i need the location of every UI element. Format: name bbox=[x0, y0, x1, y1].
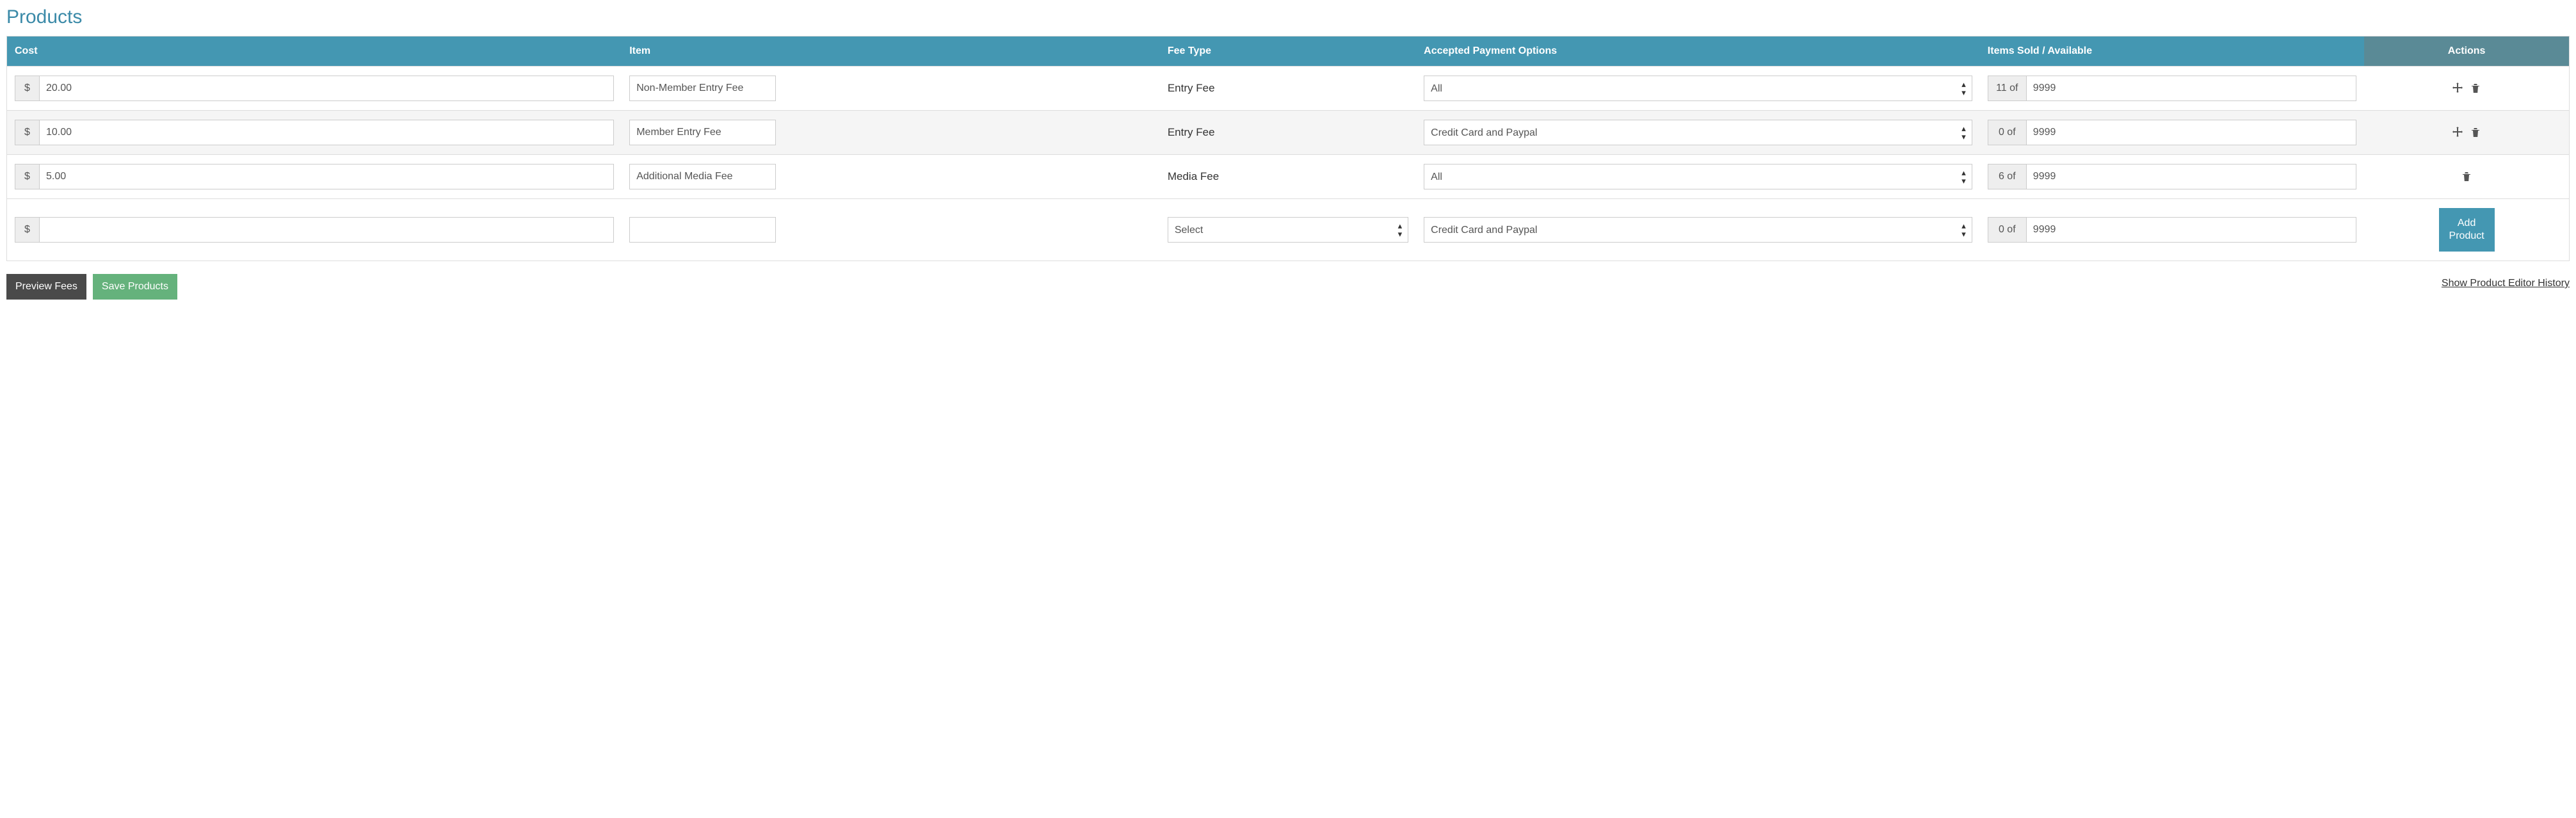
products-table: Cost Item Fee Type Accepted Payment Opti… bbox=[6, 36, 2570, 261]
item-input[interactable] bbox=[629, 217, 776, 243]
table-row: $SelectEntry FeeMedia Fee▴▾AllCredit Car… bbox=[7, 199, 2570, 261]
cost-input[interactable] bbox=[39, 217, 614, 243]
move-icon[interactable] bbox=[2451, 81, 2465, 95]
col-sold: Items Sold / Available bbox=[1980, 36, 2364, 67]
available-input[interactable] bbox=[2026, 120, 2356, 145]
payment-select[interactable]: AllCredit Card and Paypal bbox=[1424, 217, 1972, 243]
feetype-text: Entry Fee bbox=[1160, 111, 1416, 155]
currency-symbol: $ bbox=[15, 217, 39, 243]
payment-select[interactable]: AllCredit Card and Paypal bbox=[1424, 164, 1972, 189]
trash-icon[interactable] bbox=[2468, 81, 2483, 95]
footer-row: Preview Fees Save Products Show Product … bbox=[6, 274, 2570, 300]
add-product-button[interactable]: AddProduct bbox=[2439, 208, 2495, 252]
feetype-text: Entry Fee bbox=[1160, 67, 1416, 111]
sold-count: 6 of bbox=[1988, 164, 2026, 189]
trash-icon[interactable] bbox=[2459, 169, 2474, 183]
table-row: $Entry FeeAllCredit Card and Paypal▴▾11 … bbox=[7, 67, 2570, 111]
preview-fees-button[interactable]: Preview Fees bbox=[6, 274, 86, 300]
cost-input[interactable] bbox=[39, 164, 614, 189]
item-input[interactable] bbox=[629, 164, 776, 189]
sold-count: 0 of bbox=[1988, 120, 2026, 145]
feetype-text: Media Fee bbox=[1160, 155, 1416, 199]
cost-input[interactable] bbox=[39, 76, 614, 101]
item-input[interactable] bbox=[629, 120, 776, 145]
sold-count: 11 of bbox=[1988, 76, 2026, 101]
payment-select[interactable]: AllCredit Card and Paypal bbox=[1424, 120, 1972, 145]
feetype-select[interactable]: SelectEntry FeeMedia Fee bbox=[1168, 217, 1408, 243]
col-actions: Actions bbox=[2364, 36, 2569, 67]
trash-icon[interactable] bbox=[2468, 125, 2483, 139]
col-feetype: Fee Type bbox=[1160, 36, 1416, 67]
col-item: Item bbox=[622, 36, 1160, 67]
move-icon[interactable] bbox=[2451, 125, 2465, 139]
page-title: Products bbox=[6, 6, 2570, 28]
cost-input[interactable] bbox=[39, 120, 614, 145]
col-cost: Cost bbox=[7, 36, 622, 67]
history-link[interactable]: Show Product Editor History bbox=[2442, 278, 2570, 289]
available-input[interactable] bbox=[2026, 217, 2356, 243]
table-row: $Media FeeAllCredit Card and Paypal▴▾6 o… bbox=[7, 155, 2570, 199]
currency-symbol: $ bbox=[15, 76, 39, 101]
save-products-button[interactable]: Save Products bbox=[93, 274, 177, 300]
currency-symbol: $ bbox=[15, 120, 39, 145]
currency-symbol: $ bbox=[15, 164, 39, 189]
payment-select[interactable]: AllCredit Card and Paypal bbox=[1424, 76, 1972, 101]
available-input[interactable] bbox=[2026, 164, 2356, 189]
item-input[interactable] bbox=[629, 76, 776, 101]
col-payment: Accepted Payment Options bbox=[1416, 36, 1980, 67]
table-row: $Entry FeeAllCredit Card and Paypal▴▾0 o… bbox=[7, 111, 2570, 155]
available-input[interactable] bbox=[2026, 76, 2356, 101]
sold-count: 0 of bbox=[1988, 217, 2026, 243]
